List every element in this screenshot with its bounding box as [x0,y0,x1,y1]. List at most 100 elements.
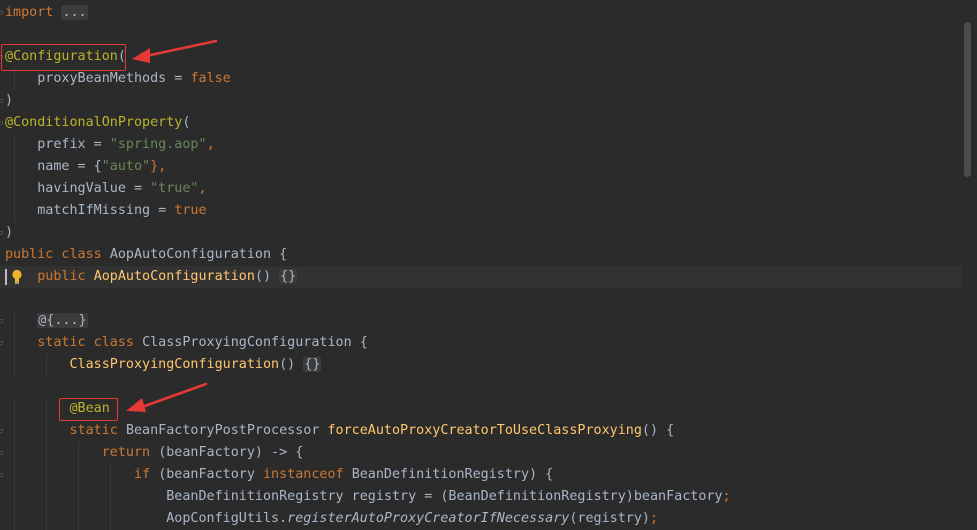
code-line[interactable]: ▫) [0,90,962,112]
code-token: @ConditionalOnProperty [5,115,183,130]
code-token: () [279,357,304,372]
code-token: static [69,423,126,438]
code-token: @{...} [37,313,88,328]
code-line[interactable]: ▫ if (beanFactory instanceof BeanDefinit… [0,464,962,486]
code-line[interactable]: BeanDefinitionRegistry registry = (BeanD… [0,486,962,508]
code-text: static class ClassProxyingConfiguration … [5,332,368,354]
code-line[interactable]: ▫ static class ClassProxyingConfiguratio… [0,332,962,354]
text-caret [5,269,7,285]
code-text: matchIfMissing = true [5,200,207,222]
code-text: ) [5,90,13,112]
scrollbar-thumb[interactable] [964,22,971,177]
code-token: ClassProxyingConfiguration [69,357,280,372]
code-text: if (beanFactory instanceof BeanDefinitio… [5,464,553,486]
code-token: , [198,181,207,196]
code-text: import ... [5,2,88,24]
code-line[interactable]: AopConfigUtils.registerAutoProxyCreatorI… [0,508,962,530]
code-token: () { [641,423,675,438]
code-token: import [5,5,54,20]
code-text: proxyBeanMethods = false [5,68,231,90]
code-token: (beanFactory [158,467,263,482]
vertical-scrollbar[interactable] [963,0,975,523]
code-text: ) [5,222,13,244]
code-line[interactable] [0,288,962,310]
code-token: havingValue = [5,181,151,196]
code-editor[interactable]: ▫ import ... ▫ @Configuration( proxyBeanMet… [0,0,977,530]
arrow-configuration-icon [132,39,218,63]
code-token: matchIfMissing = [5,203,175,218]
code-token: prefix = [5,137,110,152]
code-token: ) [5,225,14,240]
code-line[interactable]: name = {"auto"}, [0,156,962,178]
bean-highlight-box [59,398,118,421]
code-line[interactable]: ▫) [0,222,962,244]
code-line[interactable]: ▫ static BeanFactoryPostProcessor forceA… [0,420,962,442]
code-text: ClassProxyingConfiguration() {} [5,354,322,376]
code-text: havingValue = "true", [5,178,207,200]
code-token: ) [5,93,14,108]
lightbulb-icon[interactable] [11,268,23,286]
code-token: registerAutoProxyCreatorIfNecessary [287,511,570,526]
code-token: AopAutoConfiguration { [109,247,288,262]
code-token: BeanDefinitionRegistry registry = (BeanD… [5,489,723,504]
code-token: forceAutoProxyCreatorToUseClassProxying [327,423,642,438]
code-token: ... [61,5,88,20]
code-token: AopAutoConfiguration [93,269,255,284]
code-token: ( [182,115,191,130]
code-text: prefix = "spring.aop", [5,134,215,156]
code-text: public AopAutoConfiguration() {} [5,266,298,288]
code-token: () [254,269,280,284]
code-token: {} [279,269,298,284]
configuration-highlight-box [1,44,126,71]
code-line[interactable]: ▫ return (beanFactory) -> { [0,442,962,464]
code-text: @ConditionalOnProperty( [5,112,190,134]
code-token: (beanFactory) -> { [158,445,304,460]
code-token: "spring.aop" [109,137,207,152]
code-token: true [174,203,207,218]
code-line[interactable]: ▫ import ... [0,2,962,24]
code-token: (registry) [569,511,650,526]
code-line[interactable]: ▫ @{...} [0,310,962,332]
code-token: return [101,445,159,460]
code-line[interactable]: ▫ @ConditionalOnProperty( [0,112,962,134]
code-line[interactable]: proxyBeanMethods = false [0,68,962,90]
code-text: name = {"auto"}, [5,156,166,178]
code-token: false [190,71,231,86]
code-token: public class [5,247,110,262]
code-token: , [206,137,215,152]
code-token: "auto" [101,159,151,174]
code-text: @{...} [5,310,88,332]
code-line[interactable]: ClassProxyingConfiguration() {} [0,354,962,376]
code-line[interactable]: matchIfMissing = true [0,200,962,222]
code-token: AopConfigUtils. [5,511,288,526]
code-token: if [134,467,159,482]
code-line[interactable]: havingValue = "true", [0,178,962,200]
arrow-bean-icon [126,382,208,412]
code-token: BeanFactoryPostProcessor [125,423,328,438]
code-line[interactable]: public AopAutoConfiguration() {} [0,266,962,288]
code-token: name = { [5,159,102,174]
code-token: static class [37,335,143,350]
code-text: static BeanFactoryPostProcessor forceAut… [5,420,675,442]
code-token: {} [303,357,322,372]
code-line[interactable]: public class AopAutoConfiguration { [0,244,962,266]
code-token: BeanDefinitionRegistry) { [351,467,554,482]
code-token: ClassProxyingConfiguration { [142,335,368,350]
code-token: public [37,269,94,284]
code-line[interactable]: prefix = "spring.aop", [0,134,962,156]
code-text: AopConfigUtils.registerAutoProxyCreatorI… [5,508,658,530]
code-token: "true" [150,181,199,196]
code-token: instanceof [263,467,352,482]
code-text: public class AopAutoConfiguration { [5,244,287,266]
code-text: BeanDefinitionRegistry registry = (BeanD… [5,486,730,508]
code-token: proxyBeanMethods = [5,71,191,86]
code-token: }, [150,159,167,174]
code-token: ; [649,511,659,526]
code-text: return (beanFactory) -> { [5,442,304,464]
